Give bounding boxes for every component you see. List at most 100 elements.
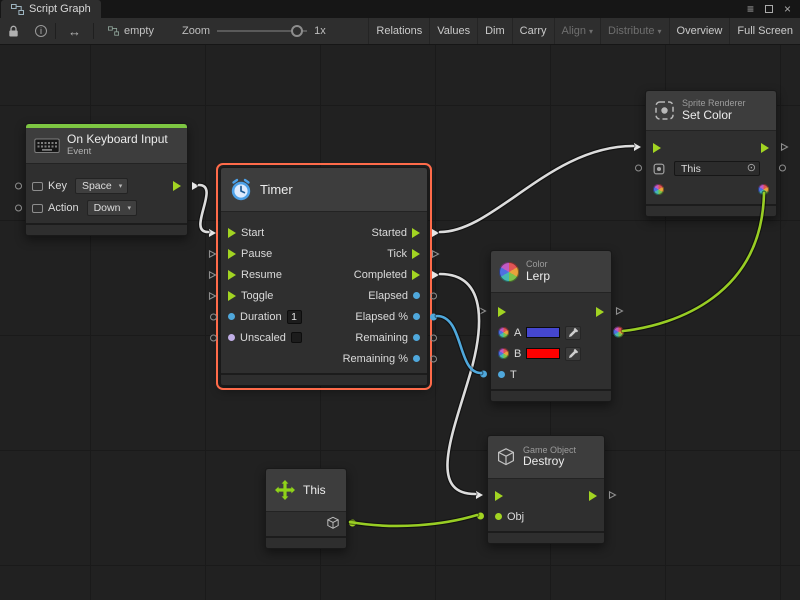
port-remaining-pct-out[interactable] [430, 356, 437, 363]
port-unscaled-in[interactable] [210, 335, 217, 342]
port-label-resume: Resume [241, 269, 282, 281]
node-header[interactable]: This [266, 469, 346, 512]
fit-width-button[interactable]: ↔ [56, 18, 93, 44]
zoom-slider[interactable] [217, 24, 307, 38]
flow-in-arrow[interactable] [228, 291, 236, 301]
flow-in-arrow[interactable] [495, 491, 503, 501]
flow-in-arrow[interactable] [228, 270, 236, 280]
color-port-icon[interactable] [758, 184, 769, 195]
flow-in-arrow[interactable] [228, 228, 236, 238]
flow-in-arrow[interactable] [498, 307, 506, 317]
node-color-lerp[interactable]: Color Lerp A B [490, 250, 612, 402]
port-key-in[interactable] [15, 183, 22, 190]
key-dropdown[interactable]: Space ▾ [75, 178, 128, 194]
node-timer[interactable]: Timer Start Started Pause Tick Resume Co… [220, 167, 428, 386]
toolbar-button-carry[interactable]: Carry [512, 18, 554, 44]
flow-out-arrow[interactable] [412, 249, 420, 259]
window-menu-icon[interactable]: ≡ [747, 3, 754, 15]
toolbar-button-overview[interactable]: Overview [669, 18, 730, 44]
color-port-icon[interactable] [498, 348, 509, 359]
trigger-flow-arrow[interactable] [173, 181, 181, 191]
flow-out-arrow[interactable] [412, 228, 420, 238]
port-started-out[interactable] [431, 228, 440, 238]
color-port-icon[interactable] [498, 327, 509, 338]
port-flow-in[interactable] [633, 142, 642, 152]
wire-this-to-destroy-obj[interactable] [350, 515, 477, 526]
toolbar-button-relations[interactable]: Relations [368, 18, 429, 44]
port-elapsed-pct-out[interactable] [430, 314, 437, 321]
port-action-in[interactable] [15, 205, 22, 212]
port-resume-in[interactable] [208, 270, 217, 280]
node-this[interactable]: This [265, 468, 347, 549]
port-renderer-out[interactable] [779, 165, 786, 172]
port-start-in[interactable] [208, 228, 217, 238]
gameobject-port-dot[interactable] [495, 513, 502, 520]
action-dropdown[interactable]: Down ▾ [87, 200, 137, 216]
float-port-dot[interactable] [413, 292, 420, 299]
port-flow-in[interactable] [478, 306, 487, 316]
toolbar-button-values[interactable]: Values [429, 18, 477, 44]
port-target-in[interactable] [635, 165, 642, 172]
node-header[interactable]: Game Object Destroy [488, 436, 604, 479]
color-swatch-a[interactable] [526, 327, 560, 338]
flow-out-arrow[interactable] [589, 491, 597, 501]
toolbar-button-fullscreen[interactable]: Full Screen [729, 18, 800, 44]
node-header[interactable]: Sprite Renderer Set Color [646, 91, 776, 131]
unscaled-checkbox[interactable] [291, 332, 302, 343]
wire-elapsed-pct-to-lerp-t[interactable] [437, 316, 481, 373]
window-maximize-icon[interactable] [765, 5, 773, 13]
node-header[interactable]: Timer [221, 168, 427, 212]
node-set-color[interactable]: Sprite Renderer Set Color This ⊙ [645, 90, 777, 217]
node-header[interactable]: Color Lerp [491, 251, 611, 293]
float-port-dot[interactable] [413, 334, 420, 341]
port-obj-in[interactable] [477, 513, 484, 520]
wire-keyboard-to-timer-start[interactable] [199, 185, 208, 232]
port-tick-out[interactable] [431, 249, 440, 259]
port-t-in[interactable] [480, 371, 487, 378]
port-flow-out[interactable] [780, 142, 789, 152]
port-trigger-out[interactable] [191, 181, 200, 191]
node-destroy[interactable]: Game Object Destroy Obj [487, 435, 605, 544]
graph-canvas[interactable]: On Keyboard Input Event Key Space ▾ Acti… [0, 45, 800, 600]
flow-out-arrow[interactable] [761, 143, 769, 153]
target-object-field[interactable]: This ⊙ [674, 161, 760, 176]
node-on-keyboard-input[interactable]: On Keyboard Input Event Key Space ▾ Acti… [25, 123, 188, 236]
flow-out-arrow[interactable] [596, 307, 604, 317]
float-port-dot[interactable] [228, 313, 235, 320]
window-close-icon[interactable]: × [784, 3, 791, 15]
float-port-dot[interactable] [413, 313, 420, 320]
bool-port-dot[interactable] [228, 334, 235, 341]
float-port-dot[interactable] [413, 355, 420, 362]
color-input-port-icon[interactable] [653, 184, 664, 195]
toolbar-button-dim[interactable]: Dim [477, 18, 512, 44]
eyedropper-button[interactable] [565, 326, 581, 340]
eyedropper-button[interactable] [565, 347, 581, 361]
port-remaining-out[interactable] [430, 335, 437, 342]
lock-button[interactable] [0, 18, 27, 44]
port-flow-out[interactable] [608, 490, 617, 500]
port-duration-in[interactable] [210, 314, 217, 321]
port-result-out[interactable] [613, 327, 624, 338]
info-button[interactable]: i [27, 18, 55, 44]
port-this-out[interactable] [349, 520, 356, 527]
object-picker-icon[interactable]: ⊙ [747, 163, 756, 174]
float-port-dot[interactable] [498, 371, 505, 378]
color-swatch-b[interactable] [526, 348, 560, 359]
graph-reference[interactable]: empty [108, 25, 154, 37]
port-flow-out[interactable] [615, 306, 624, 316]
tab-script-graph[interactable]: Script Graph [1, 0, 101, 18]
flow-out-arrow[interactable] [412, 270, 420, 280]
gameobject-cube-icon[interactable] [326, 516, 340, 530]
port-completed-out[interactable] [431, 270, 440, 280]
port-flow-in[interactable] [475, 490, 484, 500]
zoom-slider-thumb[interactable] [291, 25, 303, 37]
port-toggle-in[interactable] [208, 291, 217, 301]
duration-value-field[interactable]: 1 [287, 310, 302, 324]
wire-timer-started-to-setcolor[interactable] [440, 146, 633, 232]
port-elapsed-out[interactable] [430, 293, 437, 300]
flow-in-arrow[interactable] [653, 143, 661, 153]
node-header[interactable]: On Keyboard Input Event [26, 128, 187, 164]
port-pause-in[interactable] [208, 249, 217, 259]
wire-timer-completed-to-destroy[interactable] [440, 274, 479, 494]
flow-in-arrow[interactable] [228, 249, 236, 259]
